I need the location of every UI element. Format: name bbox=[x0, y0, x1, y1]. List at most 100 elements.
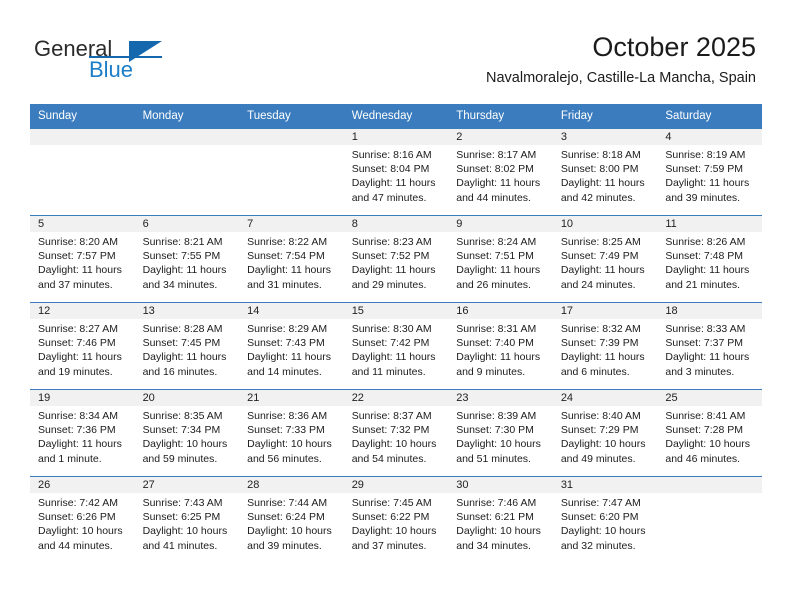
calendar-day-cell[interactable]: 10 Sunrise: 8:25 AM Sunset: 7:49 PM Dayligh… bbox=[552, 215, 658, 303]
day-details: Sunrise: 8:21 AM Sunset: 7:55 PM Daylight:… bbox=[135, 232, 240, 292]
day-detail-daylight-line2: and 14 minutes. bbox=[247, 365, 322, 378]
calendar-week-row: 26 Sunrise: 7:42 AM Sunset: 6:26 PM Dayligh… bbox=[30, 476, 762, 563]
day-detail-sunset: Sunset: 7:45 PM bbox=[142, 337, 221, 350]
day-detail-sunset: Sunset: 7:42 PM bbox=[351, 337, 430, 350]
calendar-day-cell[interactable]: 8 Sunrise: 8:23 AM Sunset: 7:52 PM Daylight… bbox=[343, 215, 449, 303]
day-cell-inner: 21 Sunrise: 8:36 AM Sunset: 7:33 PM Dayligh… bbox=[239, 390, 344, 476]
calendar-day-cell[interactable]: 24 Sunrise: 8:40 AM Sunset: 7:29 PM Dayligh… bbox=[552, 389, 658, 477]
calendar-day-cell[interactable]: 29 Sunrise: 7:45 AM Sunset: 6:22 PM Dayligh… bbox=[343, 476, 449, 563]
day-detail-sunset: Sunset: 7:55 PM bbox=[142, 250, 221, 263]
day-detail-sunrise: Sunrise: 8:23 AM bbox=[351, 236, 432, 248]
day-details: Sunrise: 8:37 AM Sunset: 7:32 PM Daylight:… bbox=[344, 406, 449, 466]
day-detail-sunrise: Sunrise: 8:30 AM bbox=[351, 323, 432, 335]
day-details: Sunrise: 8:35 AM Sunset: 7:34 PM Daylight:… bbox=[135, 406, 240, 466]
day-number: 11 bbox=[657, 216, 762, 232]
calendar-day-cell[interactable]: 9 Sunrise: 8:24 AM Sunset: 7:51 PM Daylight… bbox=[448, 215, 553, 303]
day-number: 17 bbox=[552, 303, 658, 319]
day-cell-inner: 13 Sunrise: 8:28 AM Sunset: 7:45 PM Dayligh… bbox=[134, 303, 240, 389]
day-number: 14 bbox=[239, 303, 344, 319]
day-detail-sunset: Sunset: 7:29 PM bbox=[560, 424, 639, 437]
day-number: 31 bbox=[552, 477, 658, 493]
weekday-header-wednesday: Wednesday bbox=[343, 104, 449, 129]
day-detail-sunrise: Sunrise: 8:18 AM bbox=[560, 149, 641, 161]
calendar-day-cell[interactable]: 16 Sunrise: 8:31 AM Sunset: 7:40 PM Dayligh… bbox=[448, 302, 553, 390]
day-detail-sunset: Sunset: 7:43 PM bbox=[247, 337, 325, 350]
calendar-day-cell[interactable]: 7 Sunrise: 8:22 AM Sunset: 7:54 PM Daylight… bbox=[239, 215, 344, 303]
calendar-day-cell[interactable]: 25 Sunrise: 8:41 AM Sunset: 7:28 PM Dayligh… bbox=[657, 389, 762, 477]
day-detail-daylight-line2: and 9 minutes. bbox=[456, 365, 526, 378]
day-detail-sunset: Sunset: 7:57 PM bbox=[38, 250, 116, 263]
calendar-day-cell[interactable]: 14 Sunrise: 8:29 AM Sunset: 7:43 PM Dayligh… bbox=[239, 302, 344, 390]
day-detail-daylight-line2: and 44 minutes. bbox=[456, 191, 531, 204]
calendar-day-cell[interactable]: 31 Sunrise: 7:47 AM Sunset: 6:20 PM Dayligh… bbox=[552, 476, 658, 563]
calendar-day-cell[interactable]: 27 Sunrise: 7:43 AM Sunset: 6:25 PM Dayligh… bbox=[134, 476, 240, 563]
day-details: Sunrise: 8:17 AM Sunset: 8:02 PM Daylight:… bbox=[448, 145, 553, 205]
day-detail-daylight-line1: Daylight: 11 hours bbox=[665, 264, 750, 277]
calendar-day-cell[interactable]: 13 Sunrise: 8:28 AM Sunset: 7:45 PM Dayligh… bbox=[134, 302, 240, 390]
calendar-day-cell[interactable]: 20 Sunrise: 8:35 AM Sunset: 7:34 PM Dayligh… bbox=[134, 389, 240, 477]
day-detail-daylight-line2: and 37 minutes. bbox=[38, 278, 113, 291]
day-number: 21 bbox=[239, 390, 344, 406]
day-detail-daylight-line2: and 37 minutes. bbox=[351, 539, 427, 552]
day-detail-sunrise: Sunrise: 7:45 AM bbox=[351, 497, 432, 509]
day-detail-sunset: Sunset: 6:20 PM bbox=[560, 511, 639, 524]
calendar-day-cell[interactable]: 11 Sunrise: 8:26 AM Sunset: 7:48 PM Dayligh… bbox=[657, 215, 762, 303]
day-details: Sunrise: 8:34 AM Sunset: 7:36 PM Daylight:… bbox=[30, 406, 135, 466]
day-detail-sunrise: Sunrise: 8:29 AM bbox=[247, 323, 328, 335]
day-detail-daylight-line1: Daylight: 11 hours bbox=[456, 177, 541, 190]
calendar-day-cell[interactable]: 5 Sunrise: 8:20 AM Sunset: 7:57 PM Daylight… bbox=[30, 215, 135, 303]
weekday-header-saturday: Saturday bbox=[657, 104, 762, 129]
calendar-day-cell[interactable]: 17 Sunrise: 8:32 AM Sunset: 7:39 PM Dayligh… bbox=[552, 302, 658, 390]
day-detail-daylight-line1: Daylight: 11 hours bbox=[38, 438, 122, 451]
day-detail-daylight-line2: and 39 minutes. bbox=[247, 539, 322, 552]
calendar-day-cell[interactable]: 22 Sunrise: 8:37 AM Sunset: 7:32 PM Dayligh… bbox=[343, 389, 449, 477]
calendar-day-cell[interactable]: 23 Sunrise: 8:39 AM Sunset: 7:30 PM Dayligh… bbox=[448, 389, 553, 477]
day-cell-inner: 30 Sunrise: 7:46 AM Sunset: 6:21 PM Dayligh… bbox=[448, 477, 553, 563]
day-number: 10 bbox=[552, 216, 658, 232]
day-cell-inner: 22 Sunrise: 8:37 AM Sunset: 7:32 PM Dayligh… bbox=[343, 390, 449, 476]
day-cell-inner: 3 Sunrise: 8:18 AM Sunset: 8:00 PM Daylight… bbox=[552, 129, 658, 215]
day-detail-sunset: Sunset: 6:22 PM bbox=[351, 511, 430, 524]
calendar-day-cell[interactable]: 26 Sunrise: 7:42 AM Sunset: 6:26 PM Dayligh… bbox=[30, 476, 135, 563]
day-number: 18 bbox=[657, 303, 762, 319]
day-cell-inner bbox=[30, 129, 135, 215]
day-details: Sunrise: 8:36 AM Sunset: 7:33 PM Daylight:… bbox=[239, 406, 344, 466]
day-details: Sunrise: 7:43 AM Sunset: 6:25 PM Daylight:… bbox=[135, 493, 240, 553]
calendar-day-cell[interactable]: 30 Sunrise: 7:46 AM Sunset: 6:21 PM Dayligh… bbox=[448, 476, 553, 563]
day-cell-inner: 10 Sunrise: 8:25 AM Sunset: 7:49 PM Dayligh… bbox=[552, 216, 658, 302]
calendar-day-cell[interactable]: 4 Sunrise: 8:19 AM Sunset: 7:59 PM Daylight… bbox=[657, 128, 762, 216]
day-detail-sunrise: Sunrise: 8:35 AM bbox=[142, 410, 223, 422]
day-detail-daylight-line2: and 21 minutes. bbox=[665, 278, 741, 291]
brand-logo[interactable]: General Blue bbox=[34, 36, 234, 88]
day-cell-inner: 11 Sunrise: 8:26 AM Sunset: 7:48 PM Dayligh… bbox=[657, 216, 762, 302]
day-detail-sunset: Sunset: 7:32 PM bbox=[351, 424, 430, 437]
calendar-day-cell[interactable]: 19 Sunrise: 8:34 AM Sunset: 7:36 PM Dayligh… bbox=[30, 389, 135, 477]
day-cell-inner: 28 Sunrise: 7:44 AM Sunset: 6:24 PM Dayligh… bbox=[239, 477, 344, 563]
calendar-day-cell[interactable]: 28 Sunrise: 7:44 AM Sunset: 6:24 PM Dayligh… bbox=[239, 476, 344, 563]
calendar-day-cell[interactable]: 15 Sunrise: 8:30 AM Sunset: 7:42 PM Dayligh… bbox=[343, 302, 449, 390]
day-detail-sunrise: Sunrise: 8:25 AM bbox=[560, 236, 641, 248]
day-detail-daylight-line1: Daylight: 10 hours bbox=[351, 525, 437, 538]
calendar-day-cell[interactable]: 1 Sunrise: 8:16 AM Sunset: 8:04 PM Daylight… bbox=[343, 128, 449, 216]
day-details: Sunrise: 7:47 AM Sunset: 6:20 PM Daylight:… bbox=[553, 493, 658, 553]
day-number: 27 bbox=[134, 477, 240, 493]
calendar-day-cell[interactable]: 18 Sunrise: 8:33 AM Sunset: 7:37 PM Dayligh… bbox=[657, 302, 762, 390]
day-detail-daylight-line1: Daylight: 11 hours bbox=[351, 264, 436, 277]
calendar-day-cell[interactable]: 3 Sunrise: 8:18 AM Sunset: 8:00 PM Daylight… bbox=[552, 128, 658, 216]
calendar-day-cell[interactable]: 12 Sunrise: 8:27 AM Sunset: 7:46 PM Dayligh… bbox=[30, 302, 135, 390]
calendar-header-row: Sunday Monday Tuesday Wednesday Thursday… bbox=[30, 104, 762, 129]
day-detail-daylight-line1: Daylight: 10 hours bbox=[38, 525, 123, 538]
calendar-day-cell-empty bbox=[657, 476, 762, 563]
day-number: 15 bbox=[343, 303, 449, 319]
weekday-header-sunday: Sunday bbox=[30, 104, 135, 129]
calendar-day-cell[interactable]: 6 Sunrise: 8:21 AM Sunset: 7:55 PM Daylight… bbox=[134, 215, 240, 303]
calendar-day-cell-empty bbox=[239, 128, 344, 216]
day-cell-inner: 29 Sunrise: 7:45 AM Sunset: 6:22 PM Dayligh… bbox=[343, 477, 449, 563]
day-cell-inner: 9 Sunrise: 8:24 AM Sunset: 7:51 PM Daylight… bbox=[448, 216, 553, 302]
day-detail-sunrise: Sunrise: 7:46 AM bbox=[456, 497, 537, 509]
day-detail-sunrise: Sunrise: 8:17 AM bbox=[456, 149, 537, 161]
day-number: 30 bbox=[448, 477, 553, 493]
calendar-day-cell[interactable]: 2 Sunrise: 8:17 AM Sunset: 8:02 PM Daylight… bbox=[448, 128, 553, 216]
day-detail-daylight-line2: and 46 minutes. bbox=[665, 452, 741, 465]
calendar-day-cell[interactable]: 21 Sunrise: 8:36 AM Sunset: 7:33 PM Dayligh… bbox=[239, 389, 344, 477]
